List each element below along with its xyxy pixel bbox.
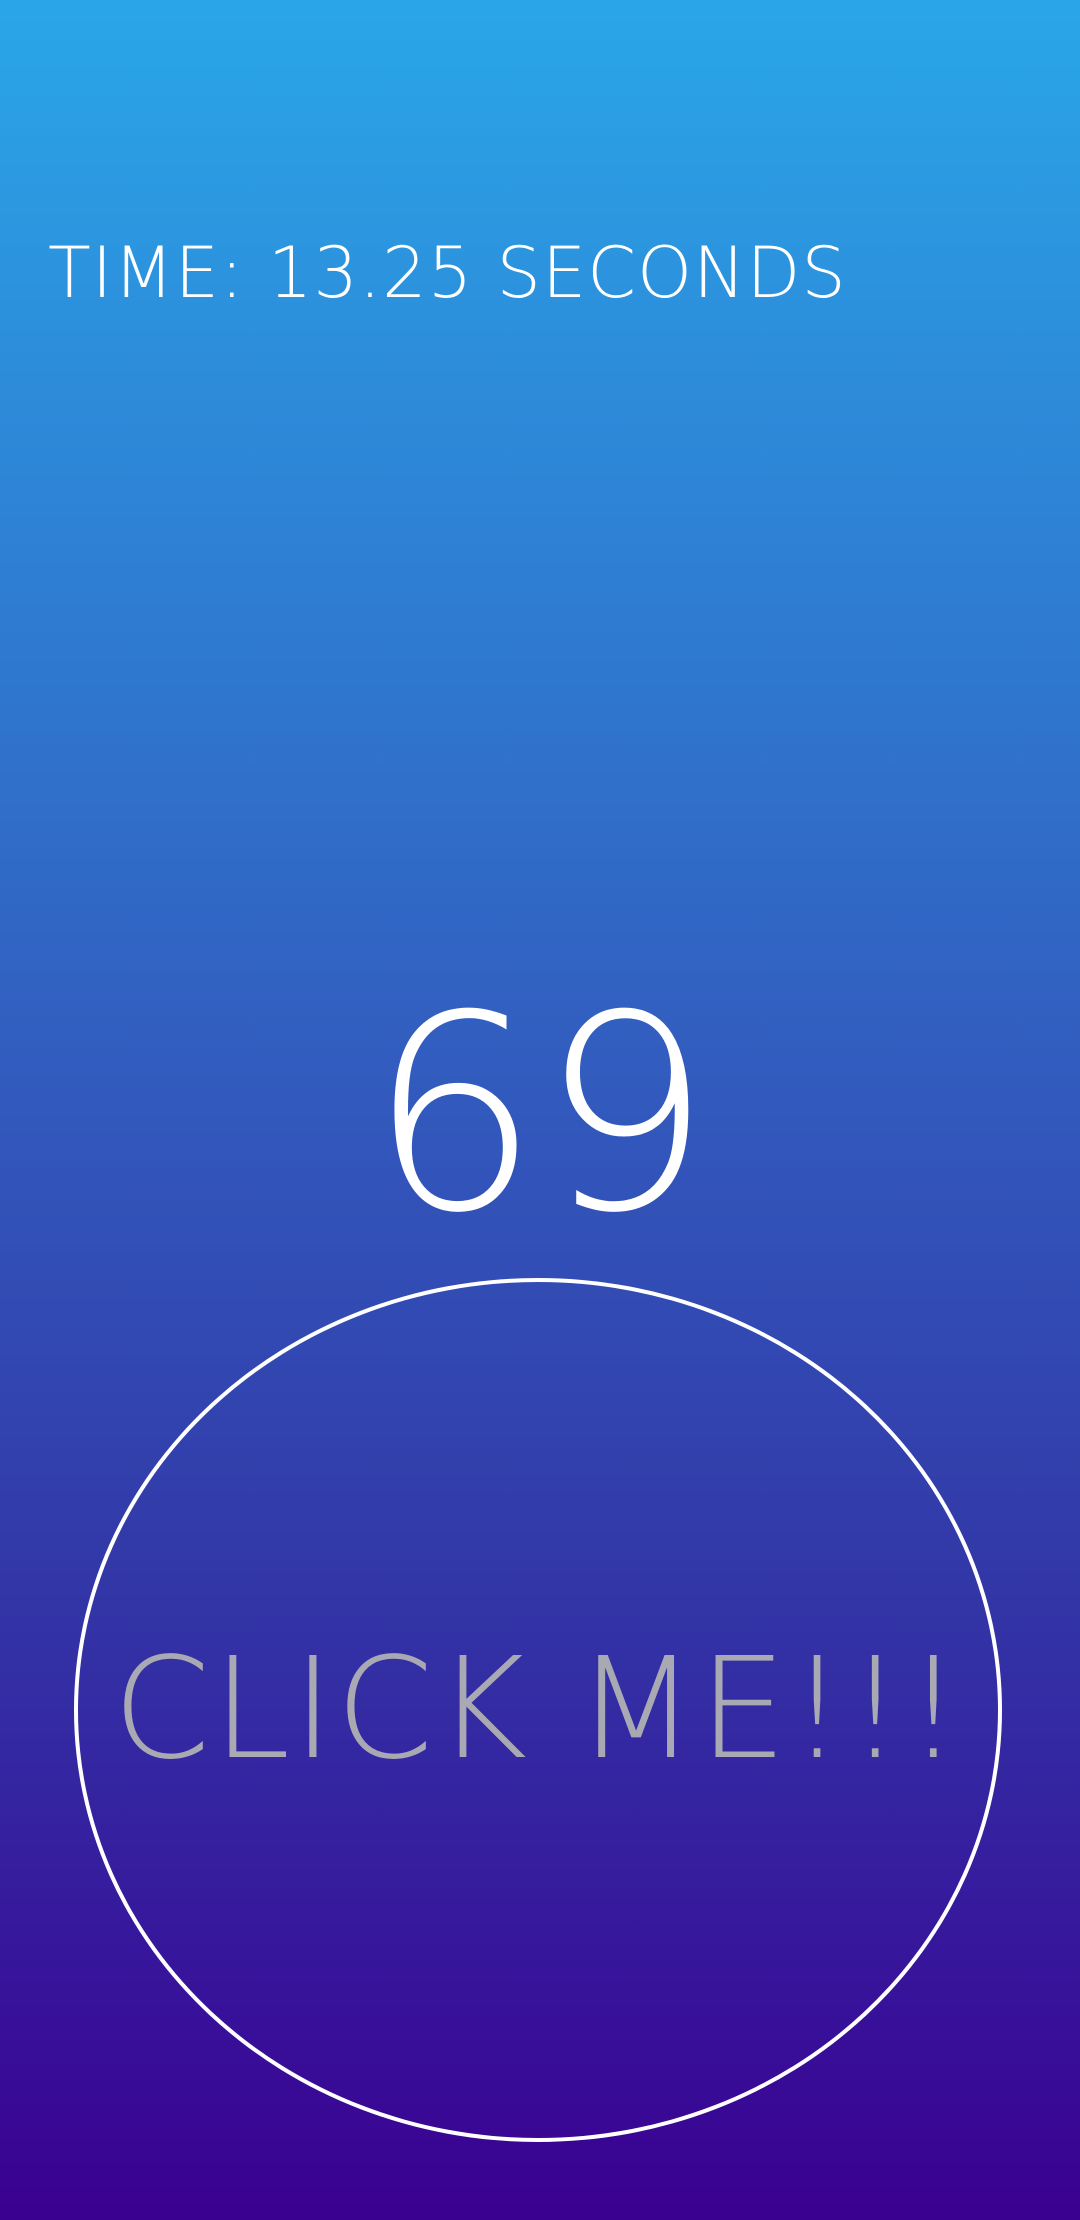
- click-counter: 69: [368, 957, 712, 1272]
- click-me-label: CLICK ME!!!: [112, 1628, 964, 1791]
- click-me-button[interactable]: CLICK ME!!!: [74, 1278, 1002, 2142]
- timer-readout: TIME: 13.25 SECONDS: [48, 232, 847, 314]
